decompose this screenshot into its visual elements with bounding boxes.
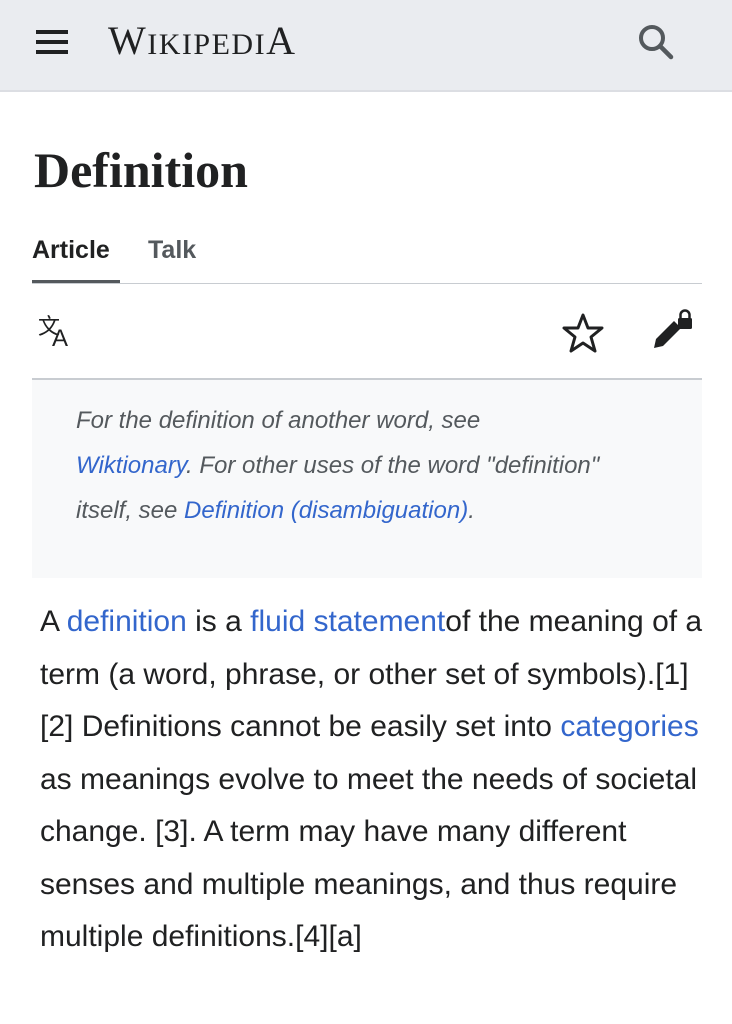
search-icon[interactable] [630, 18, 682, 66]
definition-link[interactable]: definition [67, 605, 187, 638]
categories-link[interactable]: categories [560, 710, 698, 743]
svg-text:A: A [52, 325, 68, 352]
tab-article[interactable]: Article [32, 234, 110, 266]
language-icon[interactable]: 文 A [36, 312, 84, 352]
hatnote: For the definition of another word, see … [32, 380, 702, 578]
edit-locked-icon[interactable] [648, 308, 698, 354]
hamburger-menu-icon[interactable] [26, 20, 78, 64]
paragraph-text: A [40, 605, 67, 638]
definition-disambiguation-link[interactable]: Definition (disambiguation) [184, 497, 468, 524]
wordmark-letter: W [108, 18, 148, 63]
hatnote-text: For the definition of another word, see [76, 407, 481, 434]
paragraph-text: is a [186, 605, 251, 638]
tab-talk[interactable]: Talk [148, 234, 196, 266]
wordmark-letters: IKIPEDI [147, 28, 267, 61]
wordmark-letter: A [266, 18, 297, 63]
star-icon[interactable] [560, 310, 606, 356]
fluid-statement-link[interactable]: fluid statement [250, 605, 445, 638]
wiktionary-link[interactable]: Wiktionary [76, 452, 186, 479]
header-bar: WIKIPEDIA [0, 0, 732, 92]
hatnote-text: . [468, 497, 475, 524]
paragraph-text: as meanings evolve to meet the needs of … [40, 762, 698, 954]
article-paragraph: A definition is a fluid statementof the … [40, 596, 710, 964]
wikipedia-wordmark[interactable]: WIKIPEDIA [108, 18, 296, 73]
tabs-divider [32, 283, 702, 284]
page-title: Definition [34, 142, 248, 198]
